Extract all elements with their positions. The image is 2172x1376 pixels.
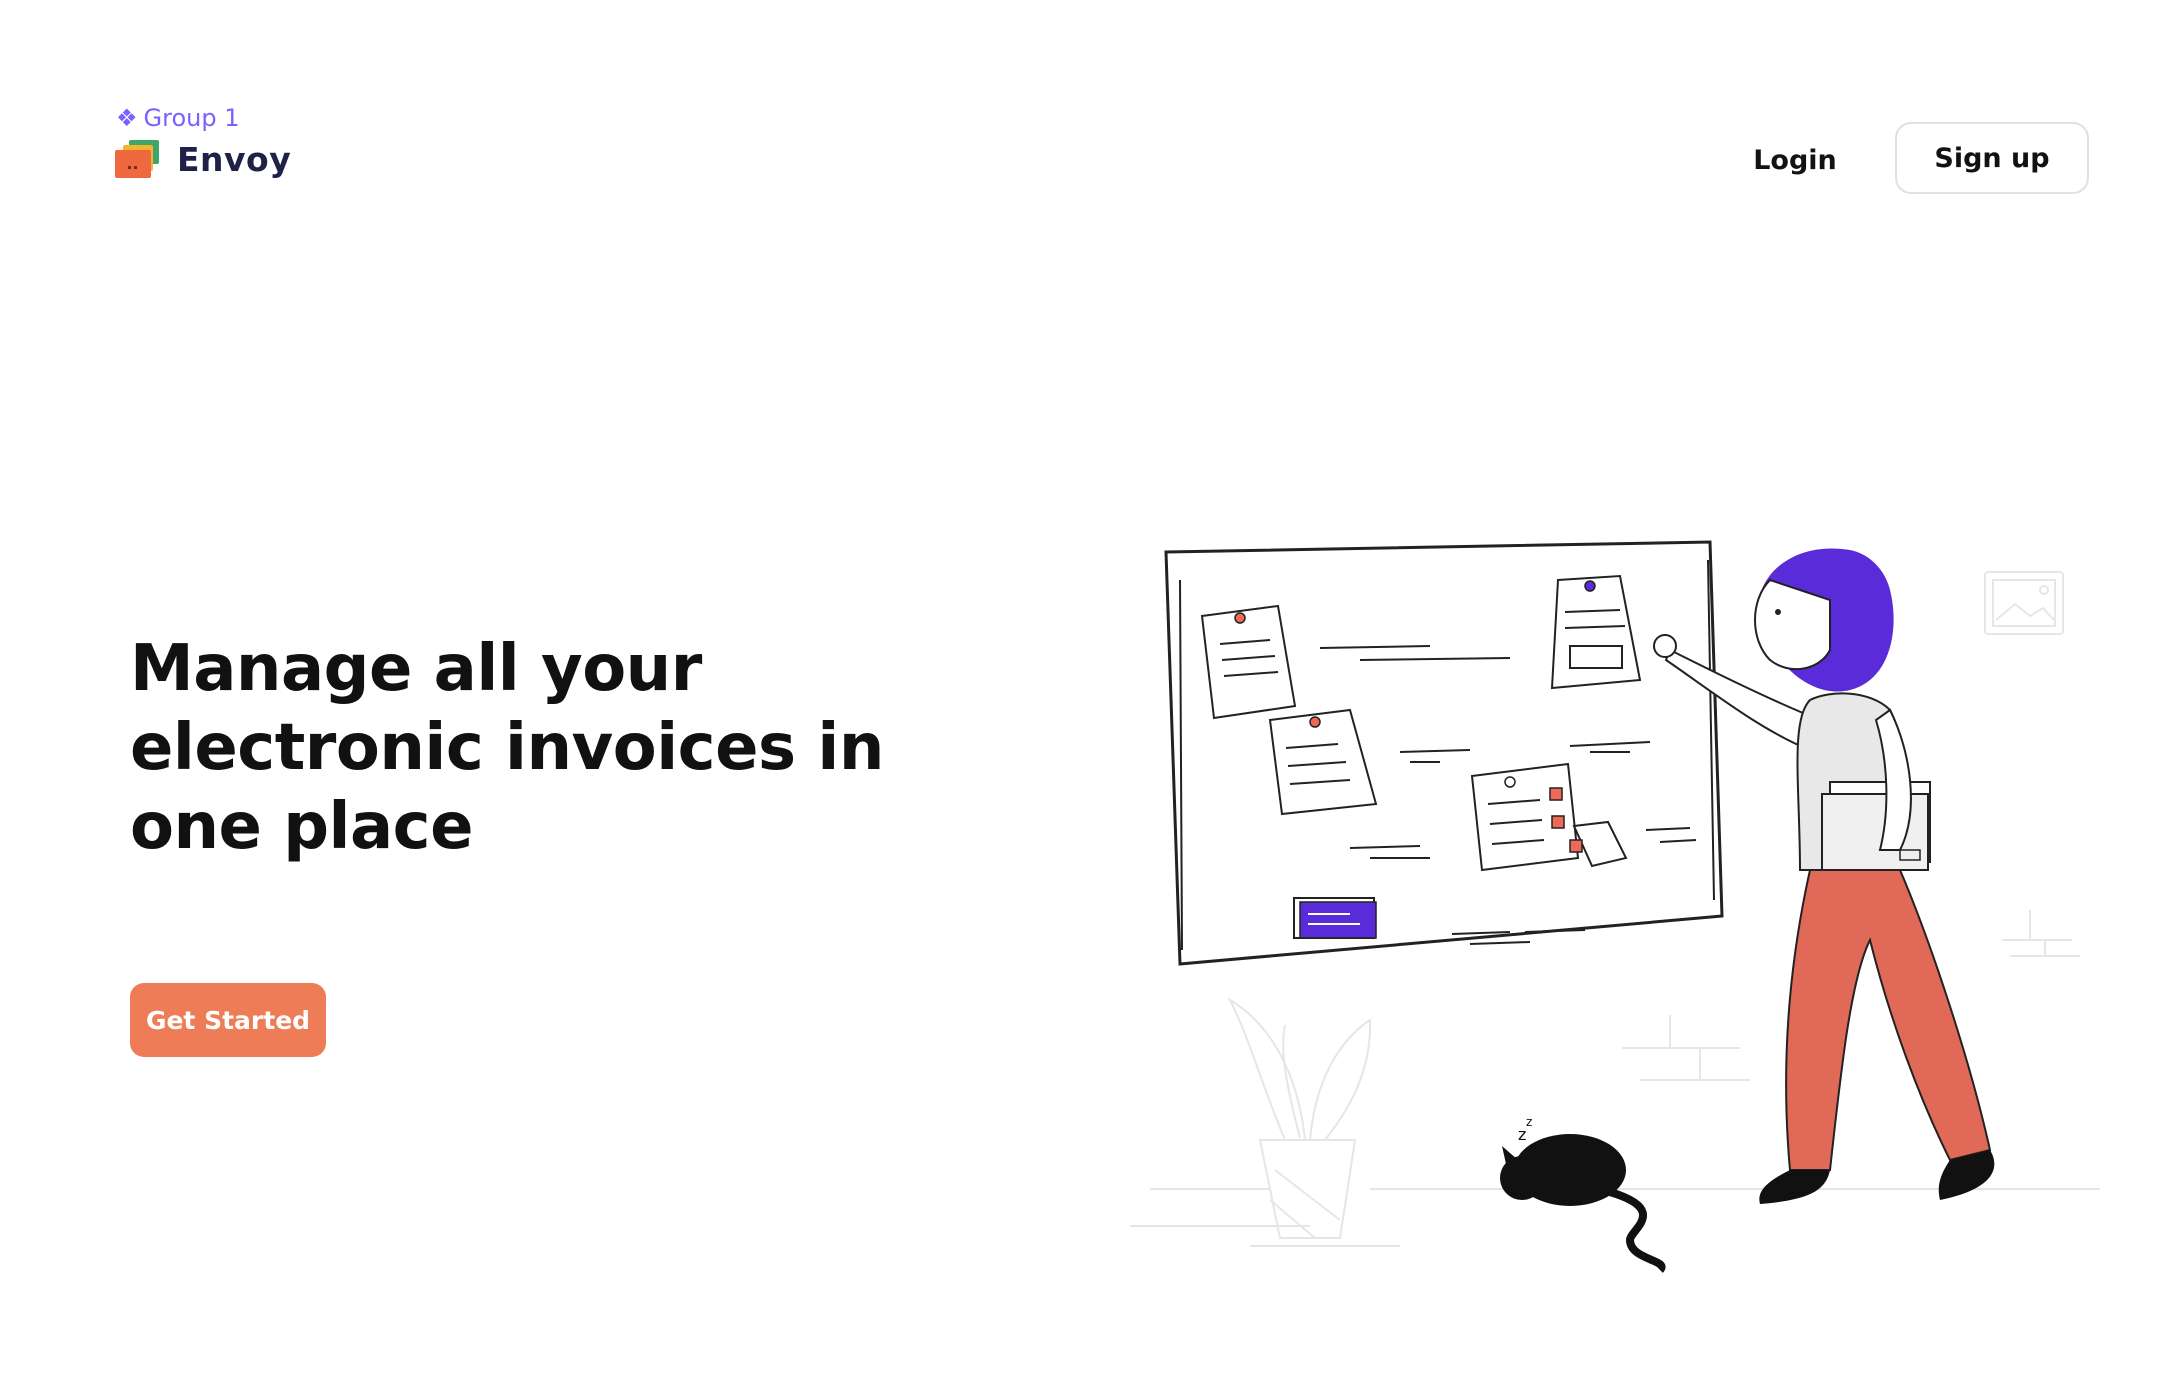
brand-name: Envoy [177,139,292,179]
component-diamond-icon: ❖ [116,104,138,132]
signup-button[interactable]: Sign up [1895,122,2089,194]
login-link[interactable]: Login [1730,128,1860,192]
svg-text:z: z [1526,1115,1532,1129]
frame-tag-label: Group 1 [143,104,240,132]
frame-tag: ❖ Group 1 [116,104,239,132]
hero-title-line: electronic invoices in [130,711,884,785]
hero-title-line: one place [130,790,474,864]
hero-title-line: Manage all your [130,632,702,706]
hero-illustration: z z [1130,540,2100,1273]
envoy-logo-icon [115,140,159,178]
hero-title: Manage all your electronic invoices in o… [130,630,930,867]
brand-logo-link[interactable]: Envoy [115,138,291,180]
sleeping-cat: z z [1500,1115,1666,1273]
get-started-button[interactable]: Get Started [130,983,326,1057]
pinboard [1164,540,1724,966]
